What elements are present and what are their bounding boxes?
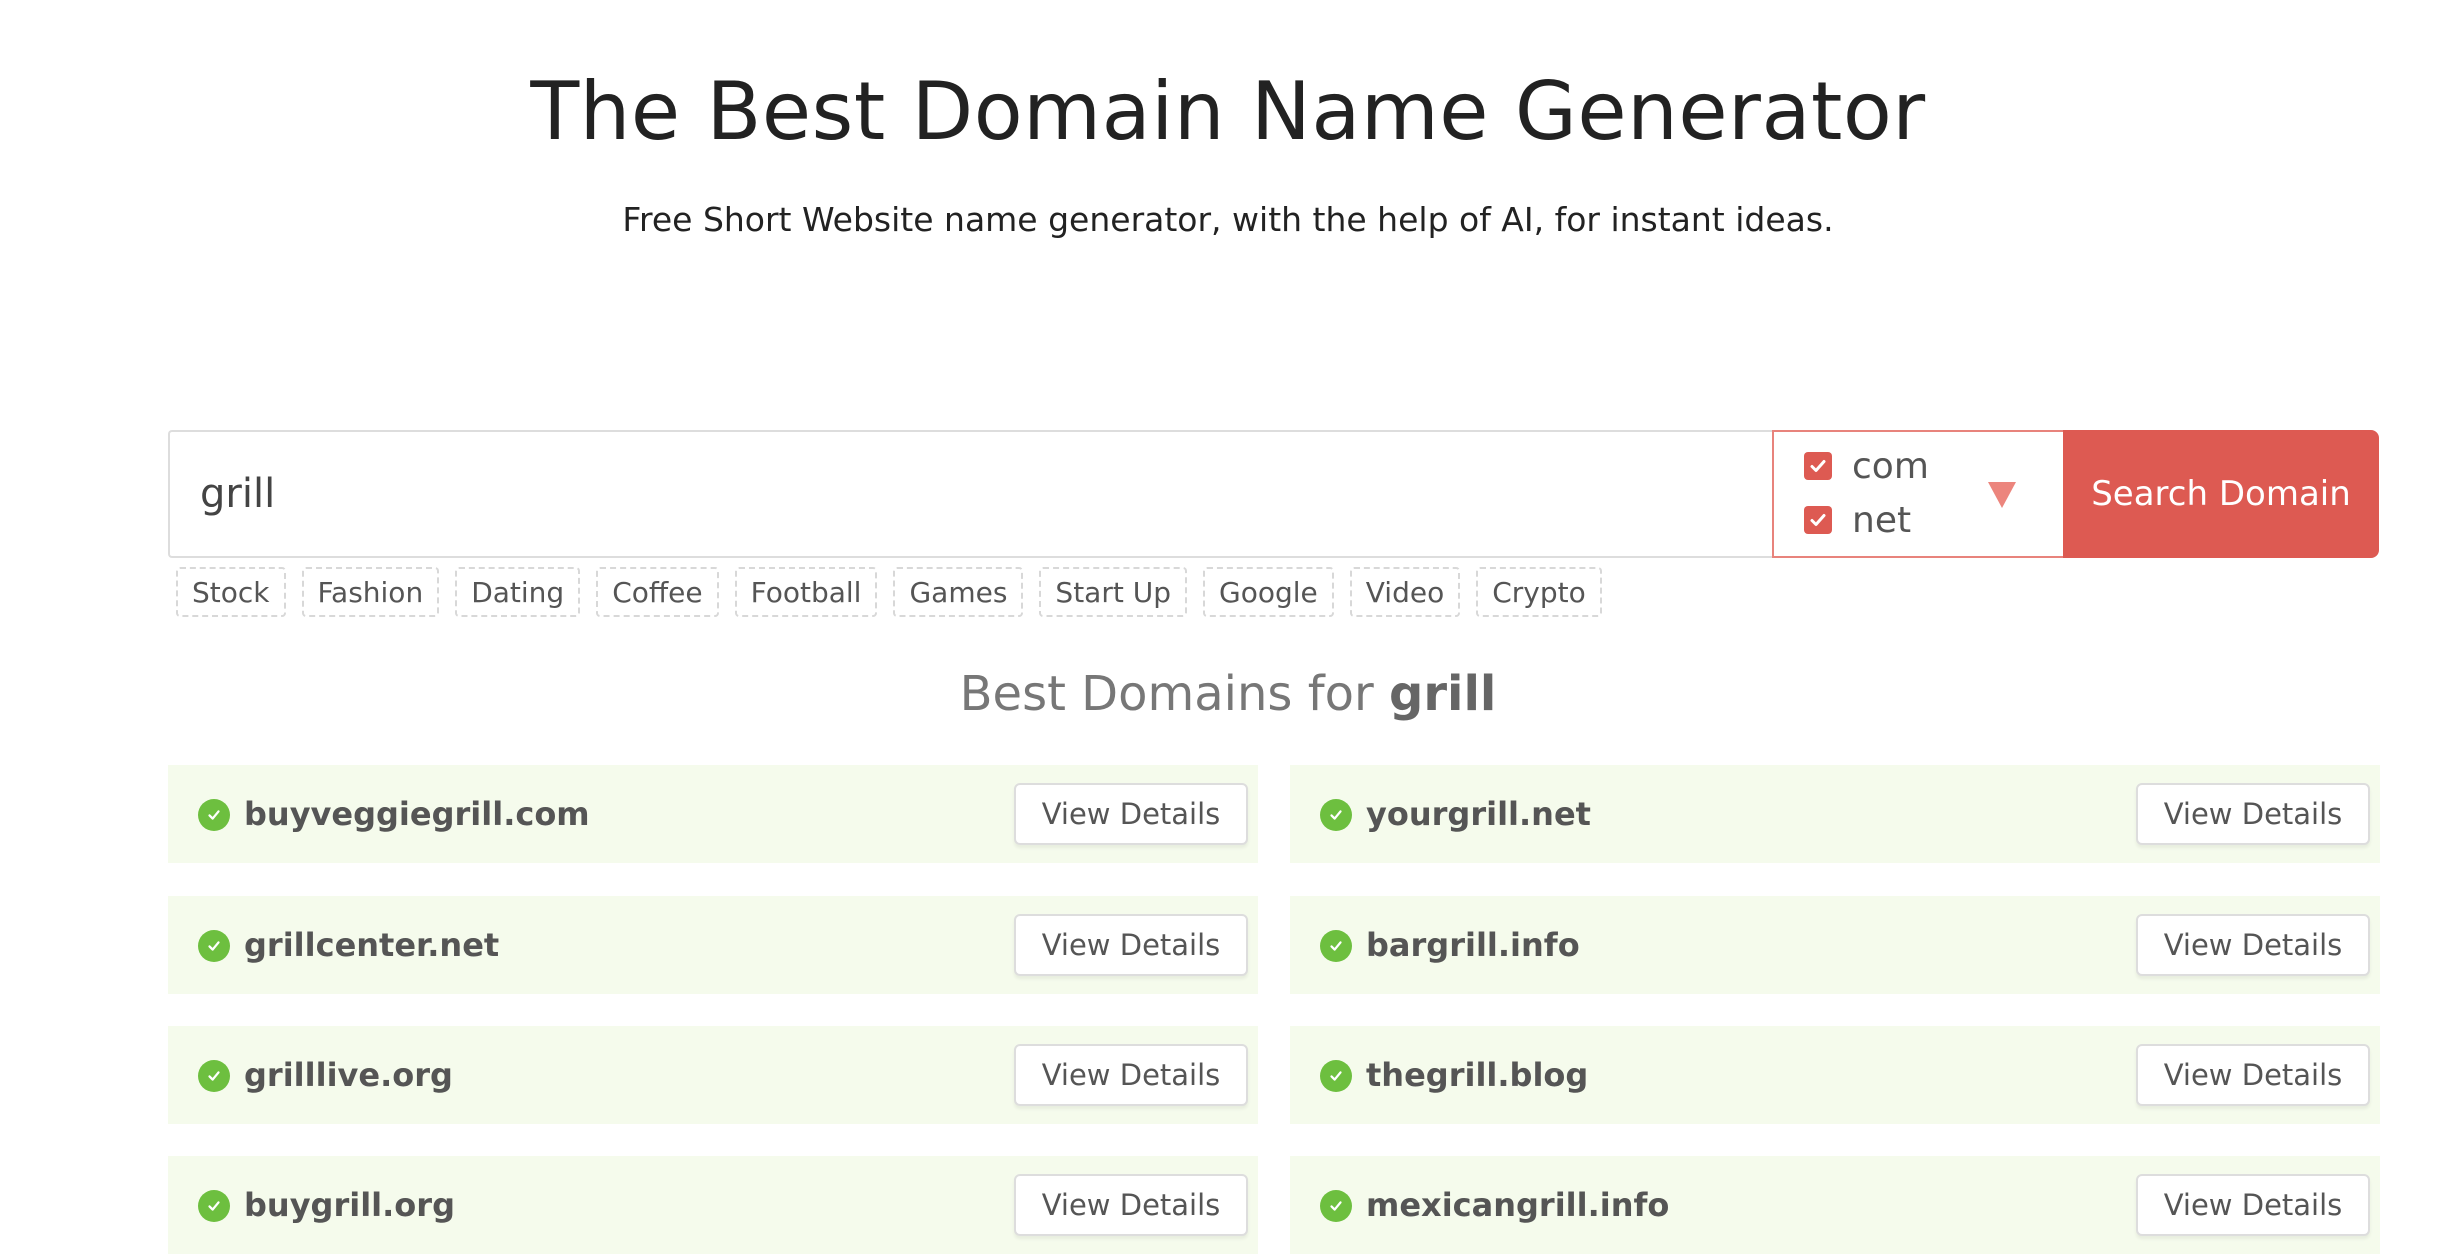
checkbox-checked-icon[interactable] [1804, 506, 1832, 534]
available-check-icon [198, 799, 230, 831]
view-details-button[interactable]: View Details [2136, 1174, 2370, 1236]
tag-coffee[interactable]: Coffee [596, 567, 719, 617]
tag-start-up[interactable]: Start Up [1039, 567, 1187, 617]
tld-selector[interactable]: com net [1772, 430, 2066, 558]
result-row: mexicangrill.info View Details [1290, 1156, 2380, 1254]
available-check-icon [1320, 930, 1352, 962]
available-check-icon [1320, 1060, 1352, 1092]
tag-crypto[interactable]: Crypto [1476, 567, 1602, 617]
tld-option-com[interactable]: com [1804, 445, 1929, 487]
results-heading-prefix: Best Domains for [959, 666, 1374, 722]
tag-dating[interactable]: Dating [455, 567, 581, 617]
tag-video[interactable]: Video [1349, 567, 1461, 617]
available-check-icon [1320, 799, 1352, 831]
search-bar: com net Search Domain [168, 430, 2379, 558]
results-heading: Best Domains for grill [0, 664, 2456, 724]
available-check-icon [198, 1060, 230, 1092]
available-check-icon [198, 930, 230, 962]
result-row: thegrill.blog View Details [1290, 1026, 2380, 1124]
tag-games[interactable]: Games [893, 567, 1024, 617]
view-details-button[interactable]: View Details [2136, 1044, 2370, 1106]
view-details-button[interactable]: View Details [1014, 1044, 1248, 1106]
result-row: grilllive.org View Details [168, 1026, 1258, 1124]
available-check-icon [198, 1190, 230, 1222]
view-details-button[interactable]: View Details [2136, 783, 2370, 845]
tld-label: net [1852, 499, 1912, 541]
page-subtitle: Free Short Website name generator, with … [622, 200, 1834, 239]
view-details-button[interactable]: View Details [1014, 1174, 1248, 1236]
domain-name: buyveggiegrill.com [244, 795, 590, 833]
results-heading-keyword: grill [1388, 666, 1497, 722]
result-row: buyveggiegrill.com View Details [168, 765, 1258, 863]
tag-stock[interactable]: Stock [176, 567, 286, 617]
tag-google[interactable]: Google [1203, 567, 1334, 617]
tld-label: com [1852, 445, 1929, 487]
result-row: grillcenter.net View Details [168, 896, 1258, 994]
available-check-icon [1320, 1190, 1352, 1222]
domain-name: yourgrill.net [1366, 795, 1591, 833]
tag-fashion[interactable]: Fashion [301, 567, 440, 617]
tld-option-net[interactable]: net [1804, 499, 1912, 541]
keyword-tags: Stock Fashion Dating Coffee Football Gam… [176, 567, 1602, 617]
domain-name: grillcenter.net [244, 926, 500, 964]
keyword-input[interactable] [168, 430, 1804, 558]
search-domain-button[interactable]: Search Domain [2063, 430, 2379, 558]
domain-name: thegrill.blog [1366, 1056, 1589, 1094]
page-title: The Best Domain Name Generator [530, 65, 1926, 158]
domain-name: mexicangrill.info [1366, 1186, 1670, 1224]
domain-name: bargrill.info [1366, 926, 1580, 964]
result-row: yourgrill.net View Details [1290, 765, 2380, 863]
checkbox-checked-icon[interactable] [1804, 452, 1832, 480]
view-details-button[interactable]: View Details [1014, 783, 1248, 845]
view-details-button[interactable]: View Details [1014, 914, 1248, 976]
domain-name: grilllive.org [244, 1056, 453, 1094]
view-details-button[interactable]: View Details [2136, 914, 2370, 976]
result-row: buygrill.org View Details [168, 1156, 1258, 1254]
result-row: bargrill.info View Details [1290, 896, 2380, 994]
dropdown-arrow-icon[interactable] [1988, 482, 2016, 508]
tag-football[interactable]: Football [734, 567, 878, 617]
domain-name: buygrill.org [244, 1186, 455, 1224]
